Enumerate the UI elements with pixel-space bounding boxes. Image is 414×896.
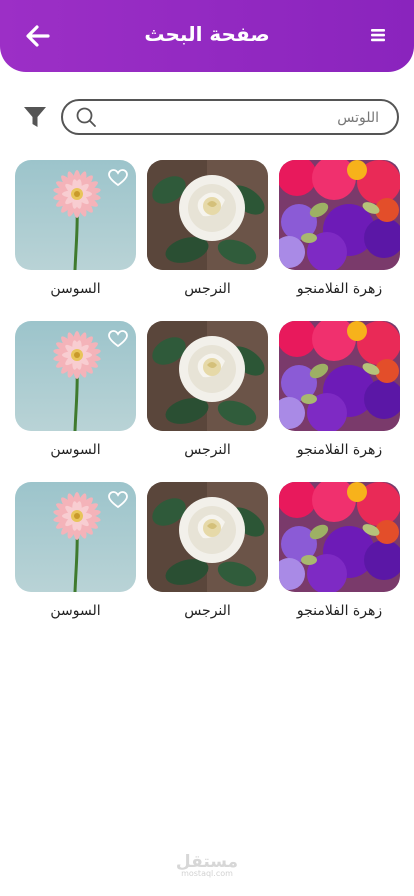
heart-icon[interactable] <box>108 330 128 348</box>
flower-image[interactable] <box>147 482 268 592</box>
flower-card[interactable]: النرجس <box>147 160 268 297</box>
heart-icon[interactable] <box>108 169 128 187</box>
flower-image[interactable] <box>279 482 400 592</box>
watermark-subtext: mostaql.com <box>181 869 233 878</box>
filter-funnel-icon[interactable] <box>22 104 48 130</box>
flower-name: النرجس <box>184 442 231 458</box>
watermark: مستقل mostaql.com <box>0 852 414 878</box>
flower-name: السوسن <box>50 603 101 619</box>
hamburger-menu-icon[interactable] <box>370 27 386 43</box>
flower-card[interactable]: السوسن <box>15 482 136 619</box>
app-bar: صفحة البحث <box>0 0 414 72</box>
flower-image[interactable] <box>279 160 400 270</box>
heart-icon[interactable] <box>108 491 128 509</box>
search-bar <box>61 99 399 135</box>
flower-image[interactable] <box>15 160 136 270</box>
flower-card[interactable]: زهرة الفلامنجو <box>279 321 400 458</box>
flower-card[interactable]: النرجس <box>147 482 268 619</box>
flower-name: زهرة الفلامنجو <box>296 442 383 458</box>
flower-card[interactable]: السوسن <box>15 321 136 458</box>
flower-name: زهرة الفلامنجو <box>296 603 383 619</box>
flower-name: النرجس <box>184 281 231 297</box>
flower-card[interactable]: زهرة الفلامنجو <box>279 160 400 297</box>
flower-image[interactable] <box>279 321 400 431</box>
flower-name: زهرة الفلامنجو <box>296 281 383 297</box>
page-title: صفحة البحث <box>144 22 270 46</box>
flower-card[interactable]: النرجس <box>147 321 268 458</box>
flower-name: السوسن <box>50 442 101 458</box>
search-icon[interactable] <box>75 106 97 128</box>
flower-image[interactable] <box>15 482 136 592</box>
flower-image[interactable] <box>15 321 136 431</box>
flower-name: النرجس <box>184 603 231 619</box>
flower-name: السوسن <box>50 281 101 297</box>
flower-image[interactable] <box>147 321 268 431</box>
flower-card[interactable]: السوسن <box>15 160 136 297</box>
search-input[interactable] <box>107 106 381 130</box>
flower-card[interactable]: زهرة الفلامنجو <box>279 482 400 619</box>
flower-image[interactable] <box>147 160 268 270</box>
